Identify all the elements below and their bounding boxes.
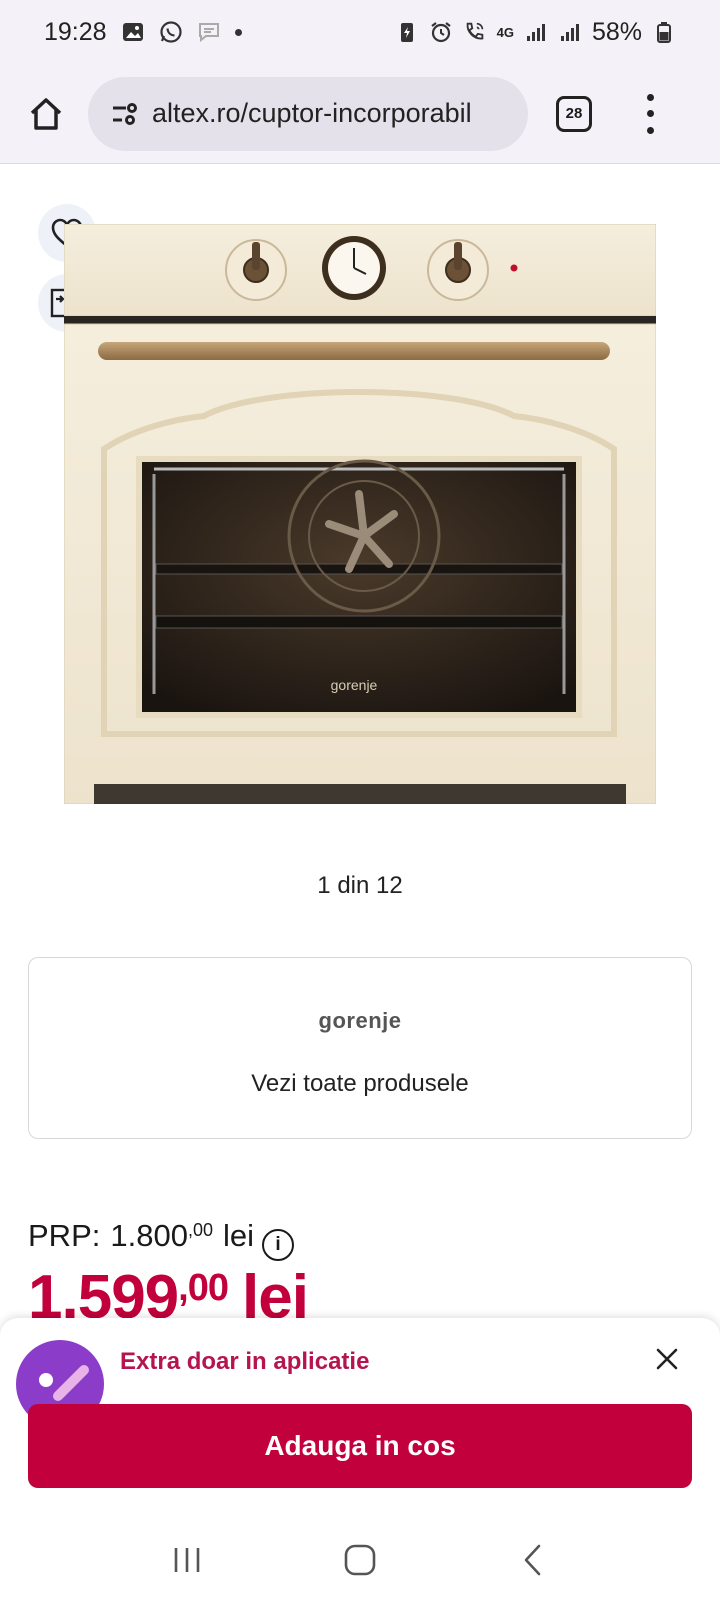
- app-promo-text: Extra doar in aplicatie: [120, 1348, 370, 1375]
- prp-label: PRP:: [28, 1218, 101, 1253]
- whatsapp-notification-icon: [159, 20, 183, 44]
- status-bar: 19:28 4G 58%: [0, 0, 720, 64]
- oven-brand-mark: gorenje: [331, 677, 378, 693]
- site-settings-icon[interactable]: [110, 99, 140, 129]
- prp-value: 1.800: [110, 1218, 188, 1253]
- network-type-label: 4G: [496, 24, 514, 40]
- price-decimals: ,00: [178, 1267, 229, 1309]
- battery-icon: [652, 20, 676, 44]
- brand-card[interactable]: gorenje Vezi toate produsele: [28, 957, 692, 1139]
- recent-apps-button[interactable]: [157, 1530, 217, 1590]
- home-button[interactable]: [20, 88, 72, 140]
- info-icon[interactable]: i: [261, 1229, 294, 1261]
- home-nav-button[interactable]: [330, 1530, 390, 1590]
- oven-product-image: gorenje: [63, 223, 657, 805]
- browser-toolbar: altex.ro/cuptor-incorporabil 28: [0, 64, 720, 164]
- price-currency: lei: [241, 1263, 308, 1324]
- alarm-icon: [429, 20, 453, 44]
- product-image-gallery[interactable]: gorenje: [0, 200, 720, 830]
- current-price: 1.599 ,00 lei: [28, 1262, 308, 1324]
- wifi-calling-icon: [463, 20, 487, 44]
- status-time: 19:28: [44, 17, 107, 46]
- brand-logo: gorenje: [318, 1008, 402, 1033]
- close-promo-button[interactable]: [652, 1344, 682, 1374]
- close-icon: [656, 1348, 678, 1370]
- battery-saver-icon: [395, 20, 419, 44]
- gallery-notification-icon: [121, 20, 145, 44]
- battery-percentage: 58%: [591, 17, 642, 46]
- signal-strength-icon-2: [558, 20, 582, 44]
- recent-apps-icon: [174, 1548, 199, 1572]
- add-to-cart-button[interactable]: Adauga in cos: [28, 1404, 692, 1488]
- home-icon: [30, 97, 62, 130]
- view-all-products-link[interactable]: Vezi toate produsele: [29, 1070, 691, 1098]
- tab-switcher-button[interactable]: 28: [556, 95, 592, 132]
- prp-currency: lei: [222, 1218, 254, 1253]
- back-button[interactable]: [503, 1530, 563, 1590]
- back-icon: [525, 1544, 541, 1576]
- signal-strength-icon-1: [524, 20, 548, 44]
- system-navigation-bar: [0, 1520, 720, 1600]
- price-value: 1.599: [28, 1263, 179, 1324]
- home-nav-icon: [344, 1544, 376, 1576]
- prp-decimals: ,00: [187, 1220, 213, 1240]
- address-bar[interactable]: altex.ro/cuptor-incorporabil: [88, 76, 528, 151]
- more-notifications-dot-icon: [234, 28, 242, 36]
- url-text: altex.ro/cuptor-incorporabil: [152, 98, 472, 128]
- message-notification-icon: [197, 20, 221, 44]
- browser-menu-icon[interactable]: [640, 93, 660, 134]
- recommended-price: PRP: 1.800 ,00 lei i: [28, 1218, 294, 1261]
- image-counter: 1 din 12: [317, 872, 403, 899]
